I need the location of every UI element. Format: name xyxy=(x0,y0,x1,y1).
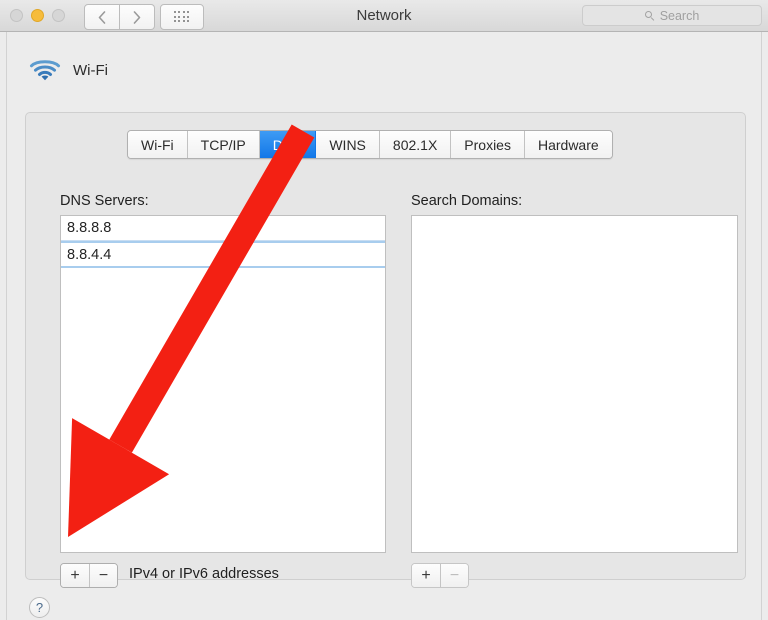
tab-wins[interactable]: WINS xyxy=(316,131,380,158)
search-domains-label: Search Domains: xyxy=(411,193,523,209)
dns-address-hint: IPv4 or IPv6 addresses xyxy=(129,566,279,582)
preferences-panel: Wi-Fi DNS Servers: Search Domains: 8.8.8… xyxy=(6,32,762,620)
dns-settings-content: DNS Servers: Search Domains: 8.8.8.8 8.8… xyxy=(25,112,746,588)
dns-servers-list[interactable]: 8.8.8.8 8.8.4.4 xyxy=(60,215,386,553)
tab-8021x[interactable]: 802.1X xyxy=(379,131,452,158)
settings-tabs: Wi-Fi TCP/IP DNS WINS 802.1X Proxies Har… xyxy=(127,130,613,159)
service-name-label: Wi-Fi xyxy=(73,61,108,79)
dns-server-value: 8.8.4.4 xyxy=(67,246,112,263)
dns-servers-stepper: + − xyxy=(60,563,118,588)
tab-proxies[interactable]: Proxies xyxy=(451,131,525,158)
add-search-domain-button[interactable]: + xyxy=(412,564,440,587)
tab-dns[interactable]: DNS xyxy=(259,131,317,158)
dns-servers-label: DNS Servers: xyxy=(60,193,149,209)
list-item[interactable]: 8.8.8.8 xyxy=(61,216,385,241)
tab-tcpip[interactable]: TCP/IP xyxy=(187,131,260,158)
dns-server-value: 8.8.8.8 xyxy=(67,220,112,236)
tab-wifi[interactable]: Wi-Fi xyxy=(128,131,188,158)
remove-search-domain-button[interactable]: − xyxy=(440,564,468,587)
remove-dns-server-button[interactable]: − xyxy=(89,564,117,587)
search-icon xyxy=(644,10,655,21)
wifi-icon xyxy=(30,60,60,81)
window-titlebar: Network Search xyxy=(0,0,768,32)
search-input[interactable]: Search xyxy=(582,5,762,26)
search-placeholder: Search xyxy=(659,8,700,23)
service-header: Wi-Fi xyxy=(29,58,108,82)
add-dns-server-button[interactable]: + xyxy=(61,564,89,587)
list-item[interactable]: 8.8.4.4 xyxy=(61,241,385,268)
help-button[interactable]: ? xyxy=(29,597,50,618)
search-domains-list[interactable] xyxy=(411,215,738,553)
network-preferences-window: Network Search Wi-Fi DNS Servers: Search… xyxy=(0,0,768,620)
tab-hardware[interactable]: Hardware xyxy=(524,131,612,158)
search-domains-stepper: + − xyxy=(411,563,469,588)
